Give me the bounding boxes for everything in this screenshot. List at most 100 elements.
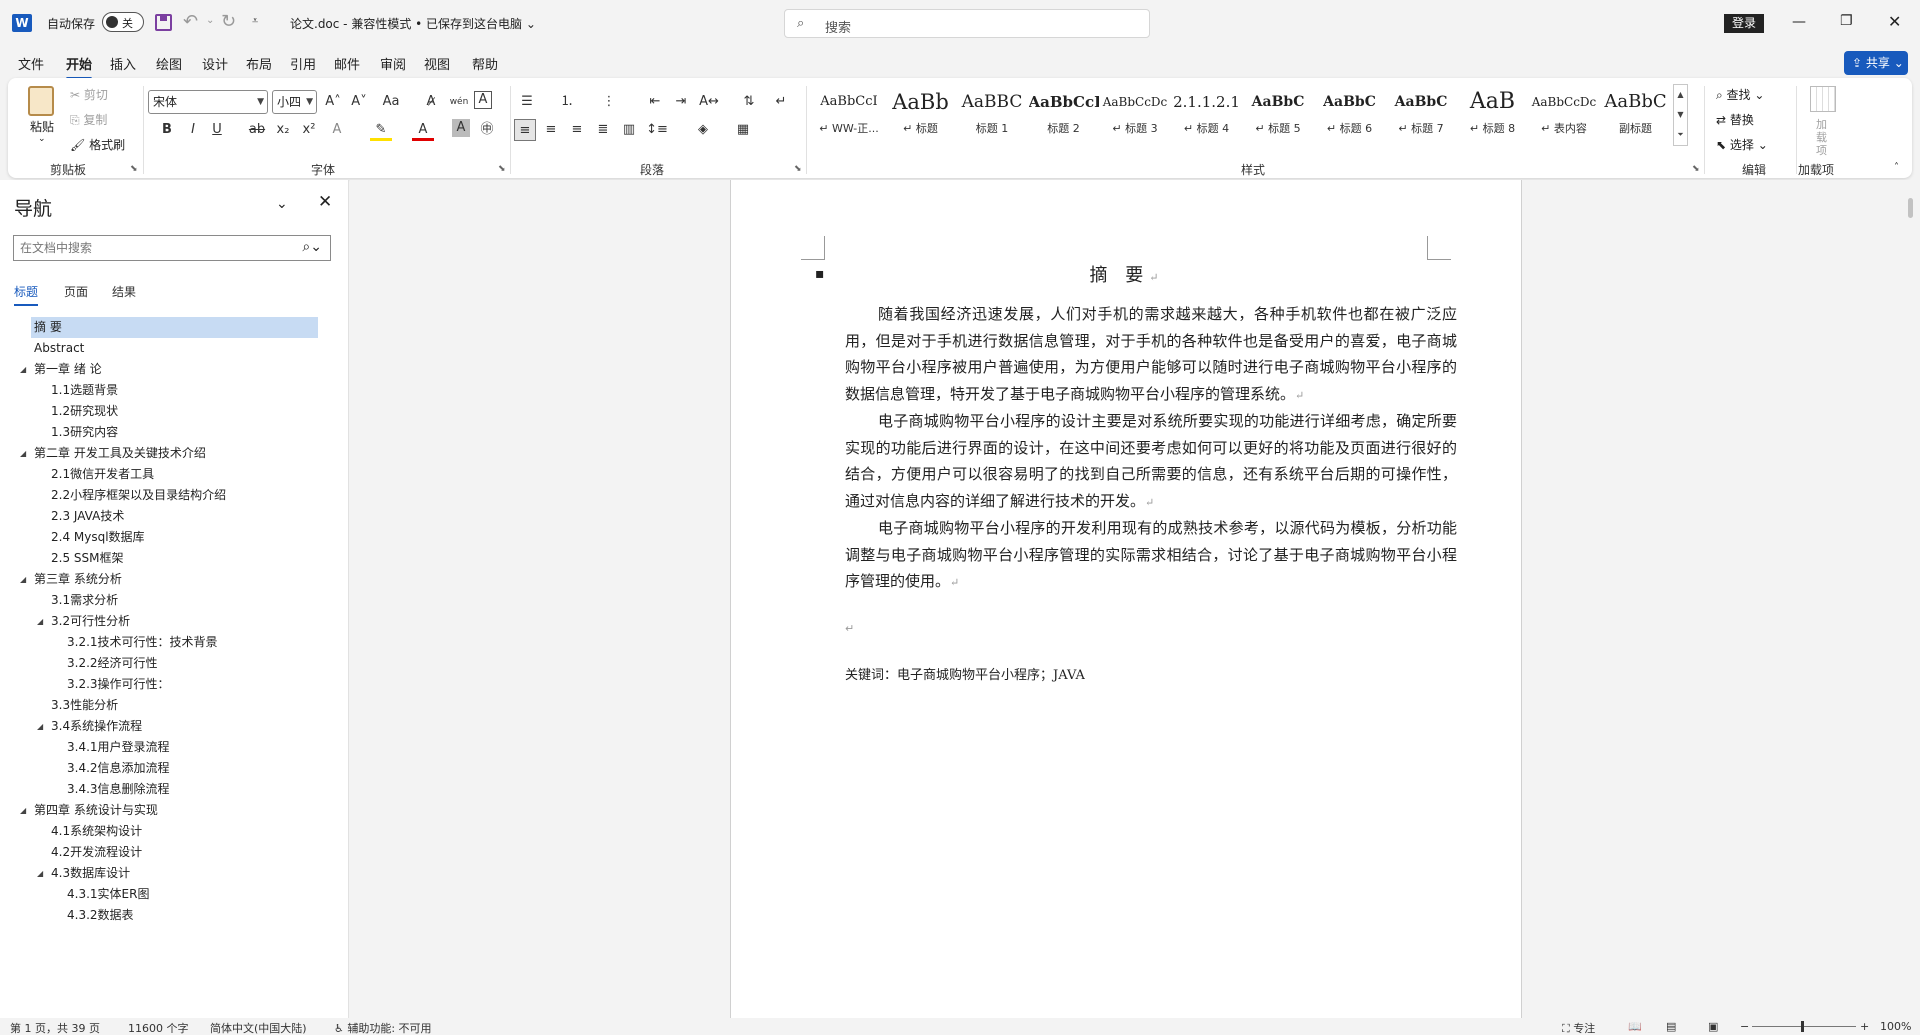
- font-launcher-icon[interactable]: ⬊: [498, 164, 506, 174]
- focus-button[interactable]: ⛶ 专注: [1562, 1020, 1595, 1035]
- decrease-indent-icon[interactable]: ⇤: [644, 91, 666, 113]
- line-spacing-icon[interactable]: ↕≡: [646, 119, 668, 141]
- document-title[interactable]: 论文.doc - 兼容性模式 • 已保存到这台电脑 ⌄: [290, 15, 536, 32]
- zoom-slider-thumb[interactable]: [1801, 1021, 1804, 1032]
- heading-item[interactable]: ◢ 第二章 开发工具及关键技术介绍: [0, 443, 349, 464]
- tab-results[interactable]: 结果: [112, 283, 136, 300]
- heading-item[interactable]: ◢ 第四章 系统设计与实现: [0, 800, 349, 821]
- heading-item[interactable]: 1.1选题背景: [0, 380, 349, 401]
- language-status[interactable]: 简体中文(中国大陆): [210, 1020, 307, 1035]
- zoom-in-icon[interactable]: +: [1860, 1020, 1869, 1033]
- multilevel-list-icon[interactable]: ⋮: [598, 91, 620, 113]
- zoom-out-icon[interactable]: −: [1740, 1020, 1749, 1033]
- heading-item[interactable]: 2.3 JAVA技术: [0, 506, 349, 527]
- sort-icon[interactable]: ⇅: [738, 91, 760, 113]
- undo-dropdown-icon[interactable]: ⌄: [206, 15, 214, 26]
- style-item[interactable]: 2.1.1.2.1 ↵ 标题 4: [1172, 84, 1242, 142]
- expand-triangle-icon[interactable]: ◢: [20, 800, 26, 821]
- tab-headings[interactable]: 标题: [14, 283, 39, 306]
- styles-gallery-scroll[interactable]: ▲ ▼ ⏷: [1673, 84, 1688, 146]
- character-shading-icon[interactable]: A: [452, 119, 470, 137]
- heading-item[interactable]: ◢ 4.3数据库设计: [0, 863, 349, 884]
- chinese-layout-icon[interactable]: A↔: [698, 91, 720, 113]
- heading-item[interactable]: Abstract: [0, 338, 349, 359]
- clipboard-launcher-icon[interactable]: ⬊: [130, 164, 138, 174]
- heading-item[interactable]: ◢ 第三章 系统分析: [0, 569, 349, 590]
- heading-item[interactable]: ◢ 3.2可行性分析: [0, 611, 349, 632]
- show-marks-icon[interactable]: ↵: [770, 91, 792, 113]
- restore-icon[interactable]: ❐: [1840, 13, 1853, 29]
- close-icon[interactable]: ✕: [1888, 12, 1901, 31]
- abstract-heading[interactable]: 摘 要↵: [731, 261, 1523, 287]
- page-count[interactable]: 第 1 页，共 39 页: [10, 1020, 100, 1035]
- increase-indent-icon[interactable]: ⇥: [670, 91, 692, 113]
- enclose-characters-icon[interactable]: ㊥: [476, 119, 498, 141]
- tab-0[interactable]: 文件: [18, 54, 44, 73]
- copy-button[interactable]: ⎘ 复制: [70, 111, 107, 128]
- heading-item[interactable]: 1.3研究内容: [0, 422, 349, 443]
- addins-button[interactable]: 加载项: [1816, 118, 1830, 157]
- highlight-icon[interactable]: ✎: [370, 119, 392, 141]
- heading-item[interactable]: 4.3.1实体ER图: [0, 884, 349, 905]
- style-item[interactable]: AaBbC ↵ 标题 6: [1315, 84, 1385, 142]
- customize-toolbar-icon[interactable]: ⩡: [252, 14, 258, 28]
- align-left-icon[interactable]: ≡: [514, 119, 536, 141]
- tab-4[interactable]: 设计: [202, 54, 228, 73]
- paste-button[interactable]: 粘贴: [30, 118, 54, 135]
- distributed-icon[interactable]: ▥: [618, 119, 640, 141]
- abstract-paragraph[interactable]: 随着我国经济迅速发展，人们对手机的需求越来越大，各种手机软件也都在被广泛应用，但…: [845, 301, 1457, 410]
- vertical-scrollbar[interactable]: [1908, 198, 1913, 218]
- undo-icon[interactable]: ↶: [183, 11, 198, 32]
- style-item[interactable]: AaBbCcDc ↵ 标题 3: [1100, 84, 1170, 142]
- abstract-paragraph[interactable]: 电子商城购物平台小程序的设计主要是对系统所要实现的功能进行详细考虑，确定所要实现…: [845, 408, 1457, 517]
- style-item[interactable]: AaBbCcI ↵ WW-正...: [814, 84, 884, 142]
- italic-icon[interactable]: I: [182, 119, 204, 141]
- document-page[interactable]: ▪ 摘 要↵ 随着我国经济迅速发展，人们对手机的需求越来越大，各种手机软件也都在…: [730, 180, 1522, 1018]
- underline-icon[interactable]: U: [206, 119, 228, 141]
- tab-1[interactable]: 开始: [66, 54, 93, 80]
- heading-item[interactable]: 3.4.1用户登录流程: [0, 737, 349, 758]
- tab-8[interactable]: 审阅: [380, 54, 406, 73]
- tab-pages[interactable]: 页面: [64, 283, 88, 300]
- tab-5[interactable]: 布局: [246, 54, 272, 73]
- expand-triangle-icon[interactable]: ◢: [37, 863, 43, 884]
- accessibility-status[interactable]: ♿ 辅助功能: 不可用: [334, 1020, 432, 1035]
- style-item[interactable]: AaBBC 标题 1: [957, 84, 1027, 142]
- abstract-paragraph[interactable]: 电子商城购物平台小程序的开发利用现有的成熟技术参考，以源代码为模板，分析功能调整…: [845, 515, 1457, 597]
- subscript-icon[interactable]: x₂: [272, 119, 294, 141]
- read-mode-icon[interactable]: 📖: [1628, 1020, 1642, 1033]
- heading-item[interactable]: 3.2.3操作可行性：: [0, 674, 349, 695]
- strikethrough-icon[interactable]: ab: [246, 119, 268, 141]
- tab-6[interactable]: 引用: [290, 54, 316, 73]
- paragraph-launcher-icon[interactable]: ⬊: [794, 164, 802, 174]
- replace-button[interactable]: ⇄ 替换: [1716, 111, 1754, 128]
- format-painter-button[interactable]: 🖌 格式刷: [70, 136, 125, 153]
- save-icon[interactable]: [155, 14, 172, 31]
- align-right-icon[interactable]: ≡: [566, 119, 588, 141]
- paste-icon[interactable]: [28, 86, 54, 116]
- heading-item[interactable]: 2.5 SSM框架: [0, 548, 349, 569]
- style-item[interactable]: AaBb ↵ 标题: [886, 84, 956, 142]
- heading-item[interactable]: ◢ 3.4系统操作流程: [0, 716, 349, 737]
- clear-formatting-icon[interactable]: A̷: [420, 91, 442, 113]
- heading-item[interactable]: 2.4 Mysql数据库: [0, 527, 349, 548]
- character-border-icon[interactable]: A: [474, 91, 492, 109]
- share-button[interactable]: ⇪ 共享 ⌄: [1844, 51, 1908, 75]
- heading-item[interactable]: 2.2小程序框架以及目录结构介绍: [0, 485, 349, 506]
- select-button[interactable]: ⬉ 选择 ⌄: [1716, 136, 1768, 153]
- shrink-font-icon[interactable]: A˅: [348, 91, 370, 113]
- keywords-line[interactable]: 关键词：电子商城购物平台小程序；JAVA: [845, 664, 1085, 683]
- close-icon[interactable]: ✕: [318, 192, 332, 212]
- heading-item[interactable]: 3.2.2经济可行性: [0, 653, 349, 674]
- search-icon[interactable]: ⌕⌄: [302, 239, 322, 255]
- login-button[interactable]: 登录: [1724, 14, 1764, 33]
- change-case-icon[interactable]: Aa: [380, 91, 402, 113]
- addins-icon[interactable]: [1810, 86, 1836, 112]
- tab-2[interactable]: 插入: [110, 54, 136, 73]
- tab-7[interactable]: 邮件: [334, 54, 360, 73]
- text-effects-icon[interactable]: A: [326, 119, 348, 141]
- bold-icon[interactable]: B: [156, 119, 178, 141]
- heading-item[interactable]: 3.3性能分析: [0, 695, 349, 716]
- print-layout-icon[interactable]: ▤: [1666, 1020, 1676, 1033]
- superscript-icon[interactable]: x²: [298, 119, 320, 141]
